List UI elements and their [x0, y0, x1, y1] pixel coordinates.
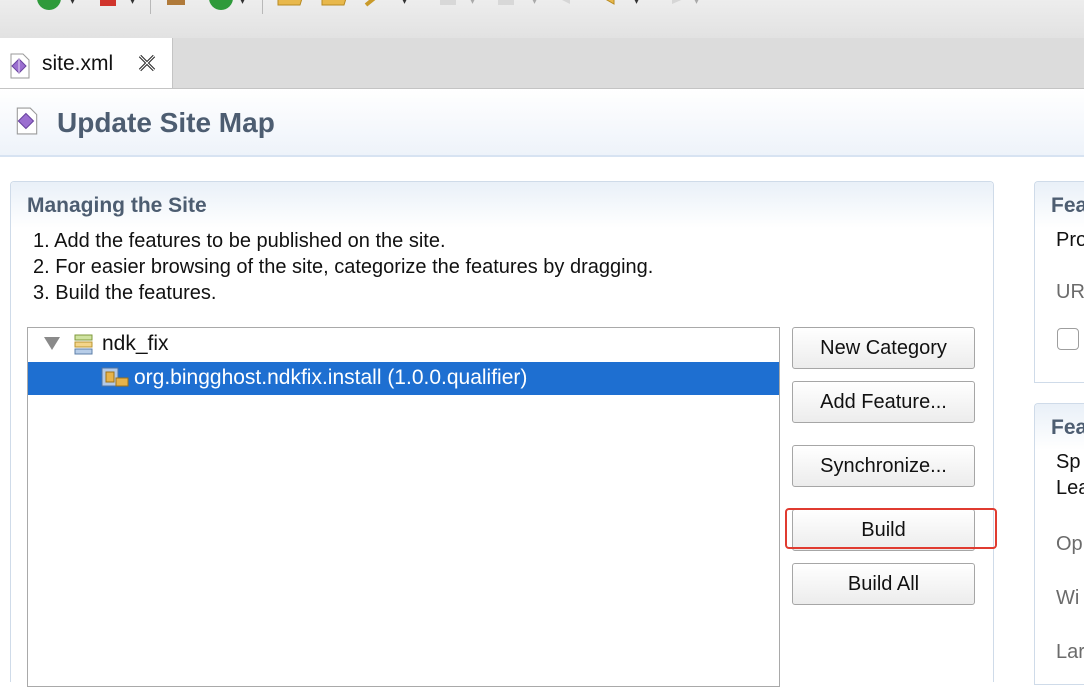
wand-icon[interactable] — [362, 0, 388, 12]
form-header: Update Site Map — [0, 89, 1084, 157]
package-icon[interactable] — [164, 0, 188, 12]
language-label: Lar — [1056, 641, 1084, 663]
section-header: Fea — [1035, 182, 1084, 228]
feature-checkbox[interactable] — [1057, 328, 1079, 350]
url-label: UR — [1056, 281, 1084, 303]
instructions-list: 1. Add the features to be published on t… — [33, 228, 653, 306]
edit-disabled-icon — [440, 0, 456, 5]
forward-disabled-icon — [672, 0, 682, 4]
run-dropdown-icon[interactable]: ▾ — [70, 0, 75, 7]
external-tools-icon[interactable] — [96, 0, 120, 12]
section-title: Fea — [1051, 416, 1084, 439]
page-title: Update Site Map — [57, 107, 275, 138]
new-category-button[interactable]: New Category — [792, 327, 975, 369]
external-tools-dropdown-icon[interactable]: ▾ — [130, 0, 135, 7]
instruction-step: 1. Add the features to be published on t… — [33, 230, 446, 252]
features-tree[interactable]: ndk_fix org.bingghost.ndkfix.install (1.… — [27, 327, 780, 687]
tree-item-category[interactable]: ndk_fix — [102, 332, 169, 356]
back-disabled-icon — [562, 0, 570, 4]
tab-site-xml[interactable]: site.xml — [0, 38, 173, 88]
synchronize-button[interactable]: Synchronize... — [792, 445, 975, 487]
next-annotation-icon — [498, 0, 514, 5]
wand-dropdown-icon[interactable]: ▾ — [402, 0, 407, 7]
open-folder-icon[interactable] — [276, 0, 306, 12]
tree-item-feature-row[interactable]: org.bingghost.ndkfix.install (1.0.0.qual… — [28, 362, 779, 395]
expand-arrow-icon[interactable] — [44, 337, 60, 350]
main-toolbar: ▾ ▾ ▾ ▾ ▾ ▾ ▾ ▾ — [0, 0, 1084, 39]
environments-text: Sp — [1056, 451, 1081, 473]
toolbar-separator — [262, 0, 263, 14]
editor-tab-bar: site.xml — [0, 38, 1084, 89]
run-icon[interactable] — [36, 0, 62, 12]
tab-label: site.xml — [42, 52, 114, 75]
edit-dropdown-icon: ▾ — [470, 0, 476, 7]
section-header: Managing the Site — [11, 182, 993, 228]
section-title: Managing the Site — [27, 194, 207, 217]
add-feature-button[interactable]: Add Feature... — [792, 381, 975, 423]
site-map-icon — [16, 107, 38, 135]
section-header: Fea — [1035, 404, 1084, 450]
ws-label: Wi — [1056, 587, 1080, 609]
category-icon — [74, 334, 93, 355]
os-label: Op — [1056, 533, 1083, 555]
next-annotation-dropdown-icon: ▾ — [532, 0, 538, 7]
instruction-step: 3. Build the features. — [33, 282, 217, 304]
site-xml-file-icon — [10, 53, 30, 79]
close-icon[interactable] — [136, 52, 158, 74]
toolbar-separator — [150, 0, 151, 14]
section-title: Fea — [1051, 194, 1084, 217]
build-highlight-annotation — [785, 508, 997, 549]
properties-text: Pro — [1056, 229, 1084, 251]
open-folder-2-icon[interactable] — [320, 0, 350, 12]
build-all-button[interactable]: Build All — [792, 563, 975, 605]
environments-text: Lea — [1056, 477, 1084, 499]
back-dropdown-icon[interactable]: ▾ — [634, 0, 639, 7]
instruction-step: 2. For easier browsing of the site, cate… — [33, 256, 654, 278]
back-icon[interactable] — [598, 0, 628, 12]
forward-dropdown-icon: ▾ — [694, 0, 700, 7]
tree-item-feature: org.bingghost.ndkfix.install (1.0.0.qual… — [134, 366, 528, 389]
feature-plugin-icon — [101, 367, 129, 387]
refresh-dropdown-icon[interactable]: ▾ — [240, 0, 245, 7]
refresh-icon[interactable] — [208, 0, 234, 12]
